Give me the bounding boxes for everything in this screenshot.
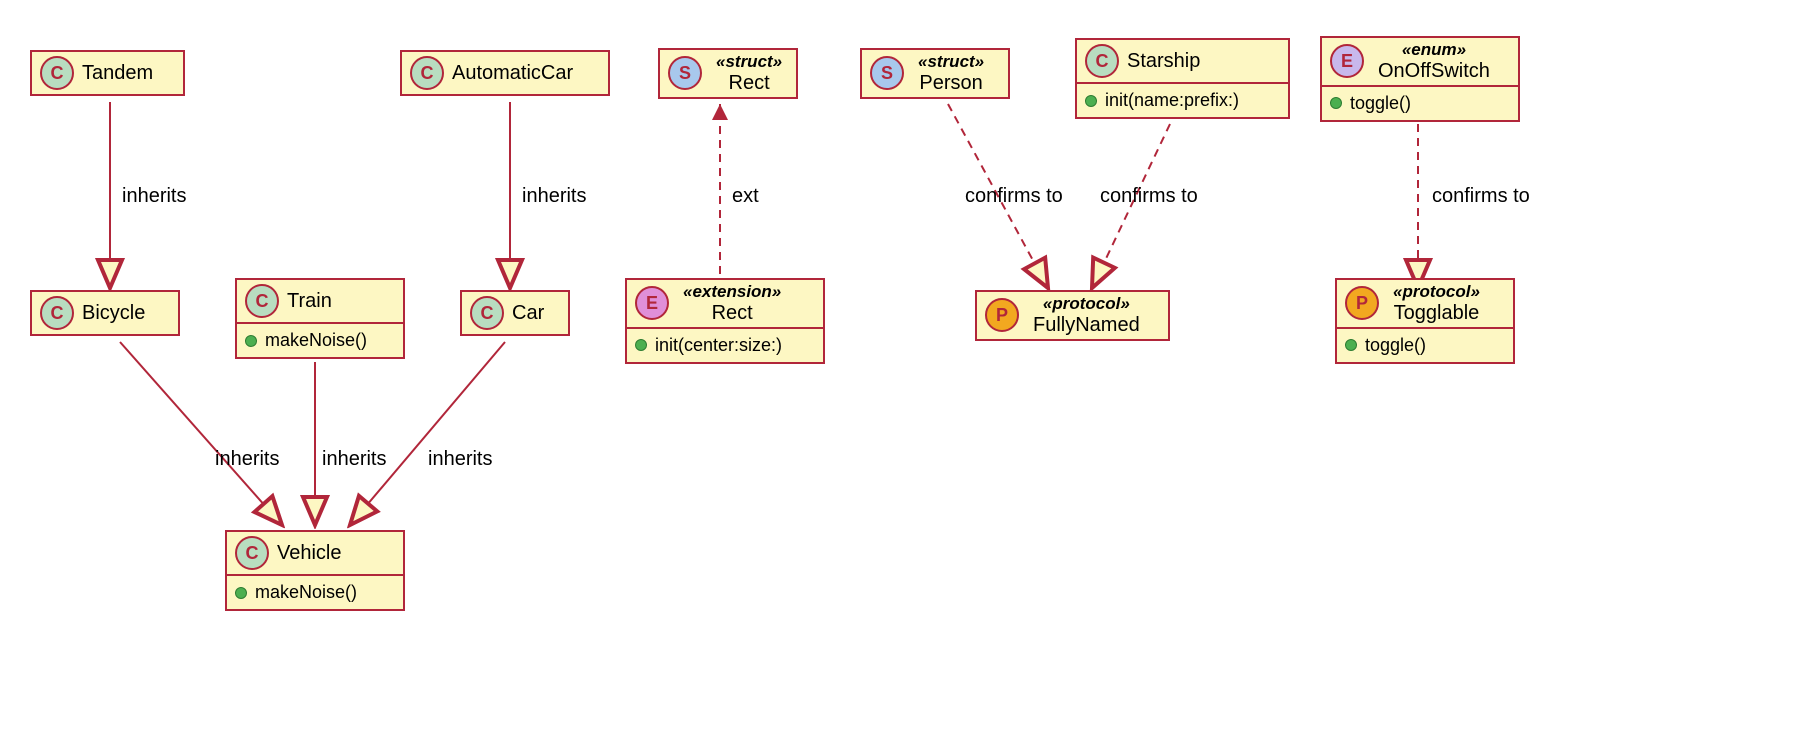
class-name: Train <box>287 290 332 313</box>
class-icon: C <box>1085 44 1119 78</box>
class-name: Bicycle <box>82 302 145 325</box>
class-car: C Car <box>460 290 570 336</box>
label-inherits: inherits <box>215 448 279 471</box>
label-ext: ext <box>732 185 759 208</box>
class-name: Rect <box>729 72 770 95</box>
class-name: Person <box>919 72 982 95</box>
enum-icon: E <box>1330 44 1364 78</box>
member-visibility-icon <box>235 587 247 599</box>
member-visibility-icon <box>1345 339 1357 351</box>
member-visibility-icon <box>1085 95 1097 107</box>
class-icon: C <box>235 536 269 570</box>
label-inherits: inherits <box>428 448 492 471</box>
label-inherits: inherits <box>122 185 186 208</box>
member-visibility-icon <box>1330 97 1342 109</box>
stereotype: «extension» <box>683 282 781 302</box>
class-icon: C <box>470 296 504 330</box>
class-train: C Train makeNoise() <box>235 278 405 359</box>
class-name: Tandem <box>82 62 153 85</box>
class-icon: C <box>40 56 74 90</box>
class-vehicle: C Vehicle makeNoise() <box>225 530 405 611</box>
struct-rect: S «struct» Rect <box>658 48 798 99</box>
class-name: Starship <box>1127 50 1200 73</box>
member: toggle() <box>1345 335 1505 356</box>
class-starship: C Starship init(name:prefix:) <box>1075 38 1290 119</box>
member: toggle() <box>1330 93 1510 114</box>
class-automaticcar: C AutomaticCar <box>400 50 610 96</box>
stereotype: «enum» <box>1402 40 1466 60</box>
label-confirms: confirms to <box>965 185 1063 208</box>
edge-car-vehicle <box>350 342 505 525</box>
class-bicycle: C Bicycle <box>30 290 180 336</box>
class-icon: C <box>245 284 279 318</box>
member: makeNoise() <box>235 582 395 603</box>
extension-icon: E <box>635 286 669 320</box>
label-inherits: inherits <box>522 185 586 208</box>
class-tandem: C Tandem <box>30 50 185 96</box>
diagram-connectors <box>0 0 1804 736</box>
class-name: Togglable <box>1394 302 1480 325</box>
edge-bicycle-vehicle <box>120 342 282 525</box>
stereotype: «protocol» <box>1043 294 1130 314</box>
member-visibility-icon <box>635 339 647 351</box>
member-visibility-icon <box>245 335 257 347</box>
stereotype: «struct» <box>716 52 782 72</box>
protocol-togglable: P «protocol» Togglable toggle() <box>1335 278 1515 364</box>
enum-onoffswitch: E «enum» OnOffSwitch toggle() <box>1320 36 1520 122</box>
protocol-fullynamed: P «protocol» FullyNamed <box>975 290 1170 341</box>
class-icon: C <box>410 56 444 90</box>
member: init(name:prefix:) <box>1085 90 1280 111</box>
protocol-icon: P <box>985 298 1019 332</box>
struct-icon: S <box>668 56 702 90</box>
protocol-icon: P <box>1345 286 1379 320</box>
class-name: FullyNamed <box>1033 314 1140 337</box>
member: init(center:size:) <box>635 335 815 356</box>
class-icon: C <box>40 296 74 330</box>
stereotype: «struct» <box>918 52 984 72</box>
class-name: Vehicle <box>277 542 342 565</box>
class-name: Rect <box>712 302 753 325</box>
label-confirms: confirms to <box>1432 185 1530 208</box>
struct-person: S «struct» Person <box>860 48 1010 99</box>
label-confirms: confirms to <box>1100 185 1198 208</box>
extension-rect: E «extension» Rect init(center:size:) <box>625 278 825 364</box>
label-inherits: inherits <box>322 448 386 471</box>
class-name: AutomaticCar <box>452 62 573 85</box>
struct-icon: S <box>870 56 904 90</box>
member: makeNoise() <box>245 330 395 351</box>
class-name: Car <box>512 302 544 325</box>
class-name: OnOffSwitch <box>1378 60 1490 83</box>
stereotype: «protocol» <box>1393 282 1480 302</box>
